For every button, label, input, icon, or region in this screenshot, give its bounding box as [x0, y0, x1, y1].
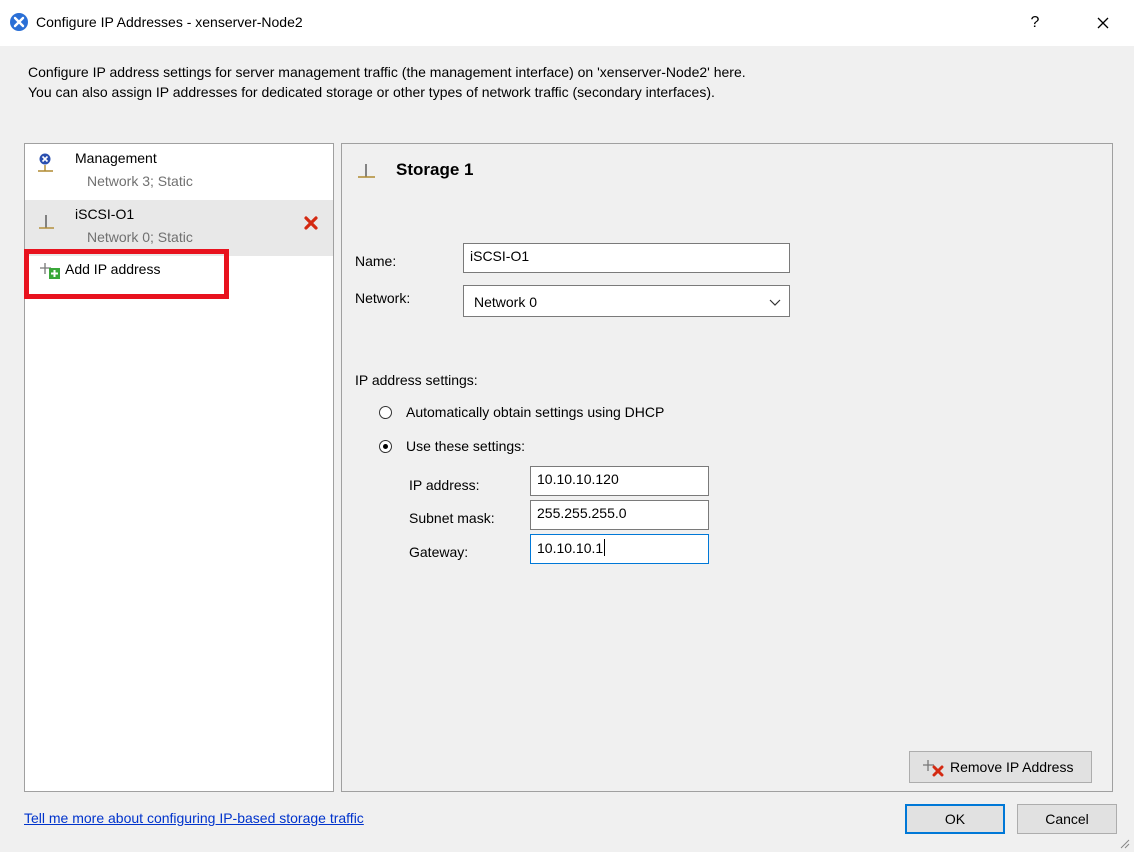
name-input[interactable]: iSCSI-O1 [463, 243, 790, 273]
window-title: Configure IP Addresses - xenserver-Node2 [36, 14, 303, 30]
subnet-mask-label: Subnet mask: [409, 510, 495, 526]
static-radio[interactable] [379, 440, 392, 453]
remove-ip-label: Remove IP Address [950, 759, 1074, 775]
interface-network: Network 0; Static [87, 229, 193, 245]
ip-address-input[interactable]: 10.10.10.120 [530, 466, 709, 496]
ok-button[interactable]: OK [905, 804, 1005, 834]
interface-item-iscsi-o1[interactable]: iSCSI-O1 Network 0; Static [25, 200, 333, 256]
description: Configure IP address settings for server… [28, 62, 746, 102]
ip-settings-label: IP address settings: [355, 372, 478, 388]
text-caret [604, 539, 606, 556]
delete-interface-icon[interactable] [304, 216, 318, 233]
description-line-2: You can also assign IP addresses for ded… [28, 84, 715, 100]
network-select[interactable]: Network 0 [463, 285, 790, 317]
interface-icon [357, 162, 377, 185]
gateway-value: 10.10.10.1 [537, 540, 604, 556]
chevron-down-icon [769, 295, 781, 311]
add-ip-icon [39, 262, 65, 283]
close-button[interactable] [1090, 10, 1116, 36]
static-label[interactable]: Use these settings: [406, 438, 525, 454]
section-title: Storage 1 [396, 160, 474, 179]
ip-address-label: IP address: [409, 477, 480, 493]
help-button[interactable]: ? [1022, 10, 1048, 36]
remove-ip-address-button[interactable]: Remove IP Address [909, 751, 1092, 783]
add-ip-address-link[interactable]: Add IP address [25, 254, 225, 284]
dhcp-radio[interactable] [379, 406, 392, 419]
interface-item-management[interactable]: Management Network 3; Static [25, 144, 333, 200]
interface-icon [38, 211, 56, 236]
xenserver-app-icon [10, 13, 28, 31]
interface-network: Network 3; Static [87, 173, 193, 189]
gateway-input[interactable]: 10.10.10.1 [530, 534, 709, 564]
add-ip-label: Add IP address [65, 261, 161, 277]
cancel-button[interactable]: Cancel [1017, 804, 1117, 834]
interface-name: iSCSI-O1 [75, 206, 135, 222]
interface-list: Management Network 3; Static iSCSI-O1 Ne… [24, 143, 334, 792]
detail-panel: Storage 1 Name: iSCSI-O1 Network: Networ… [341, 143, 1113, 792]
resize-grip-icon[interactable] [1118, 836, 1130, 852]
description-line-1: Configure IP address settings for server… [28, 64, 746, 80]
remove-ip-icon [922, 759, 948, 780]
radio-selected-dot [383, 444, 388, 449]
subnet-mask-input[interactable]: 255.255.255.0 [530, 500, 709, 530]
dhcp-label[interactable]: Automatically obtain settings using DHCP [406, 404, 664, 420]
network-selected-value: Network 0 [474, 294, 538, 310]
network-label: Network: [355, 290, 411, 306]
gateway-label: Gateway: [409, 544, 469, 560]
name-label: Name: [355, 253, 397, 269]
title-bar: Configure IP Addresses - xenserver-Node2… [0, 0, 1134, 46]
interface-name: Management [75, 150, 157, 166]
help-link[interactable]: Tell me more about configuring IP-based … [24, 810, 364, 826]
close-icon [1097, 17, 1109, 29]
management-icon [38, 153, 54, 178]
